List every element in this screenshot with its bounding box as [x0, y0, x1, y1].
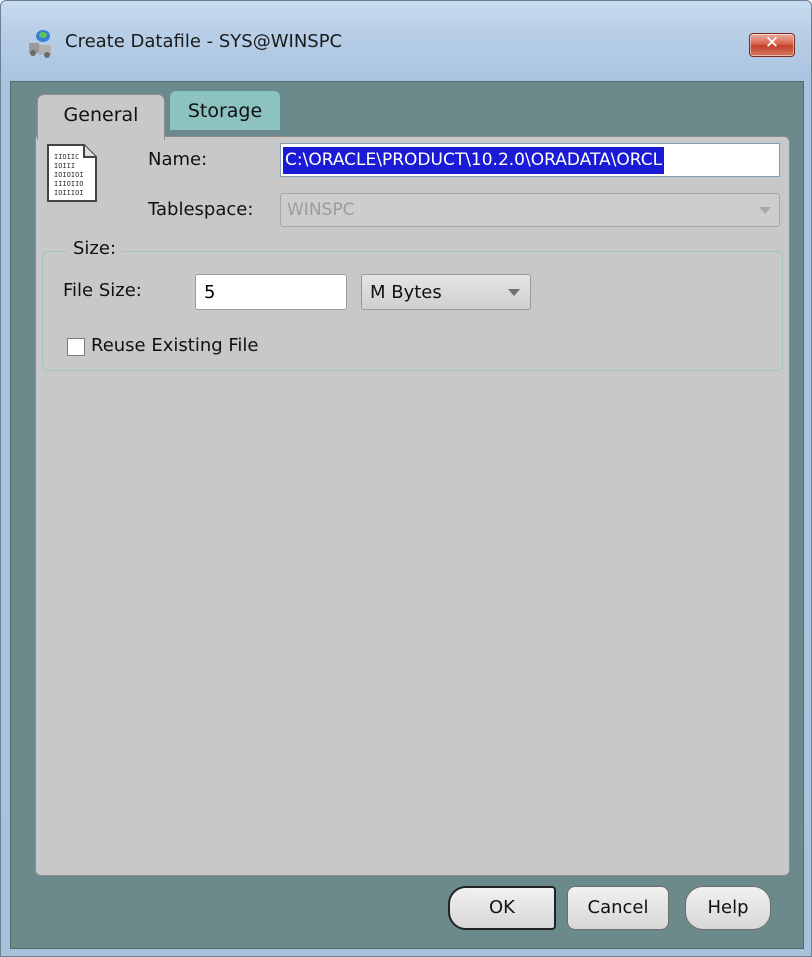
tablespace-select: WINSPC [280, 193, 780, 227]
create-datafile-window: Create Datafile - SYS@WINSPC ✕ Storage G… [0, 0, 812, 957]
svg-text:IIIOIIO: IIIOIIO [54, 180, 84, 188]
tab-general[interactable]: General [37, 94, 165, 140]
close-icon: ✕ [764, 33, 780, 53]
datafile-icon: IIOIIC IOIII IOIOIOI IIIOIIO IOIIIOI [47, 144, 97, 202]
window-title: Create Datafile - SYS@WINSPC [65, 31, 343, 52]
svg-text:IOIOIOI: IOIOIOI [54, 171, 84, 179]
reuse-existing-file-label[interactable]: Reuse Existing File [91, 335, 259, 356]
database-app-icon [29, 30, 51, 58]
name-label: Name: [148, 149, 208, 170]
name-field[interactable]: C:\ORACLE\PRODUCT\10.2.0\ORADATA\ORCL [280, 143, 780, 177]
chevron-down-icon [508, 289, 520, 296]
cancel-button[interactable]: Cancel [567, 886, 669, 930]
general-tab-panel: IIOIIC IOIII IOIOIOI IIIOIIO IOIIIOI Nam… [35, 136, 790, 876]
svg-text:IOIII: IOIII [54, 162, 75, 170]
size-group: Size: File Size: 5 M Bytes Reuse Existin… [42, 238, 783, 371]
svg-text:IOIIIOI: IOIIIOI [54, 189, 84, 197]
tab-storage[interactable]: Storage [169, 90, 281, 130]
tablespace-value: WINSPC [287, 200, 355, 220]
name-value: C:\ORACLE\PRODUCT\10.2.0\ORADATA\ORCL [283, 147, 665, 174]
file-size-input[interactable]: 5 [195, 274, 347, 310]
help-button[interactable]: Help [685, 886, 771, 930]
dialog-body: Storage General IIOIIC IOIII IOIOIOI III… [10, 81, 804, 949]
chevron-down-icon [759, 207, 771, 214]
file-size-label: File Size: [63, 280, 142, 301]
size-group-label: Size: [67, 238, 123, 259]
ok-button[interactable]: OK [448, 886, 556, 930]
close-button[interactable]: ✕ [749, 33, 795, 57]
svg-text:IIOIIC: IIOIIC [54, 153, 79, 161]
reuse-existing-file-checkbox[interactable] [67, 338, 85, 356]
size-unit-select[interactable]: M Bytes [361, 274, 531, 310]
file-size-value: 5 [204, 282, 216, 303]
tablespace-label: Tablespace: [148, 199, 254, 220]
title-bar[interactable]: Create Datafile - SYS@WINSPC ✕ [1, 1, 811, 81]
size-unit-value: M Bytes [370, 282, 442, 303]
